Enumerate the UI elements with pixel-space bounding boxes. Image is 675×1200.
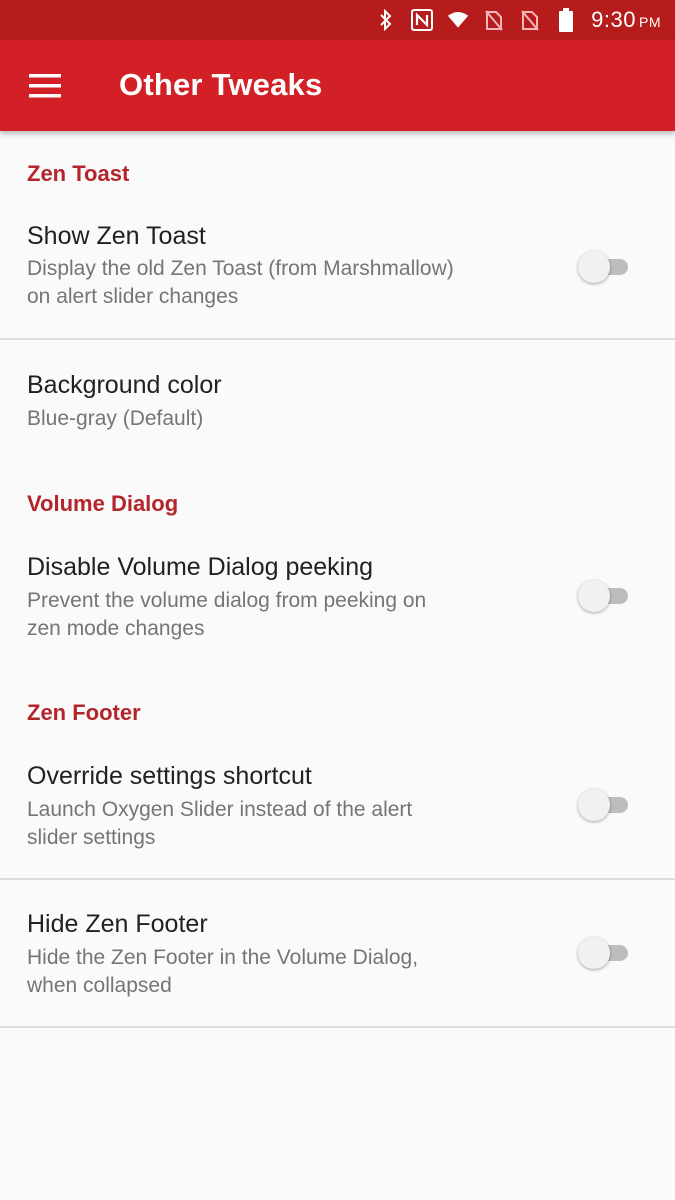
clock: 9:30 PM — [591, 7, 661, 33]
clock-ampm: PM — [639, 14, 661, 30]
pref-title: Background color — [27, 371, 222, 399]
pref-summary-line1: Display the old Zen Toast (from Marshmal… — [27, 257, 454, 280]
pref-override-settings-shortcut[interactable]: Override settings shortcut Launch Oxygen… — [0, 750, 675, 878]
divider — [0, 1026, 675, 1028]
nfc-icon — [411, 9, 434, 31]
battery-icon — [555, 8, 577, 32]
pref-hide-zen-footer[interactable]: Hide Zen Footer Hide the Zen Footer in t… — [0, 880, 675, 1026]
pref-summary-line2: slider settings — [27, 826, 156, 849]
switch-thumb — [578, 937, 610, 969]
pref-summary-line2: zen mode changes — [27, 617, 205, 640]
show-zen-toast-switch[interactable] — [578, 250, 632, 284]
no-sim-icon — [519, 9, 541, 31]
pref-summary-line1: Launch Oxygen Slider instead of the aler… — [27, 798, 413, 821]
pref-title: Hide Zen Footer — [27, 910, 208, 938]
clock-time: 9:30 — [591, 7, 636, 32]
wifi-icon — [447, 9, 469, 31]
toolbar: Other Tweaks — [0, 40, 675, 131]
pref-title: Override settings shortcut — [27, 762, 312, 790]
override-settings-shortcut-switch[interactable] — [578, 788, 632, 822]
pref-title: Disable Volume Dialog peeking — [27, 553, 374, 581]
hide-zen-footer-switch[interactable] — [578, 936, 632, 970]
switch-thumb — [578, 580, 610, 612]
switch-thumb — [578, 251, 610, 283]
pref-summary-line1: Prevent the volume dialog from peeking o… — [27, 589, 427, 612]
disable-volume-dialog-peeking-switch[interactable] — [578, 579, 632, 613]
pref-show-zen-toast[interactable]: Show Zen Toast Display the old Zen Toast… — [0, 210, 675, 338]
section-header-zen-toast: Zen Toast — [27, 161, 130, 186]
section-header-zen-footer: Zen Footer — [27, 700, 141, 725]
hamburger-menu-icon[interactable] — [18, 62, 72, 110]
pref-summary-line2: on alert slider changes — [27, 285, 239, 308]
pref-disable-volume-dialog-peeking[interactable]: Disable Volume Dialog peeking Prevent th… — [0, 540, 675, 668]
no-sim-icon — [483, 9, 505, 31]
pref-summary-line2: when collapsed — [27, 974, 172, 997]
pref-summary-line1: Hide the Zen Footer in the Volume Dialog… — [27, 946, 419, 969]
status-bar: 9:30 PM — [0, 0, 675, 40]
section-header-volume-dialog: Volume Dialog — [27, 491, 179, 516]
page-title: Other Tweaks — [119, 67, 323, 102]
pref-summary-line1: Blue-gray (Default) — [27, 407, 204, 430]
switch-thumb — [578, 789, 610, 821]
pref-title: Show Zen Toast — [27, 222, 206, 250]
pref-background-color[interactable]: Background color Blue-gray (Default) — [0, 340, 675, 450]
bluetooth-icon — [375, 9, 397, 31]
